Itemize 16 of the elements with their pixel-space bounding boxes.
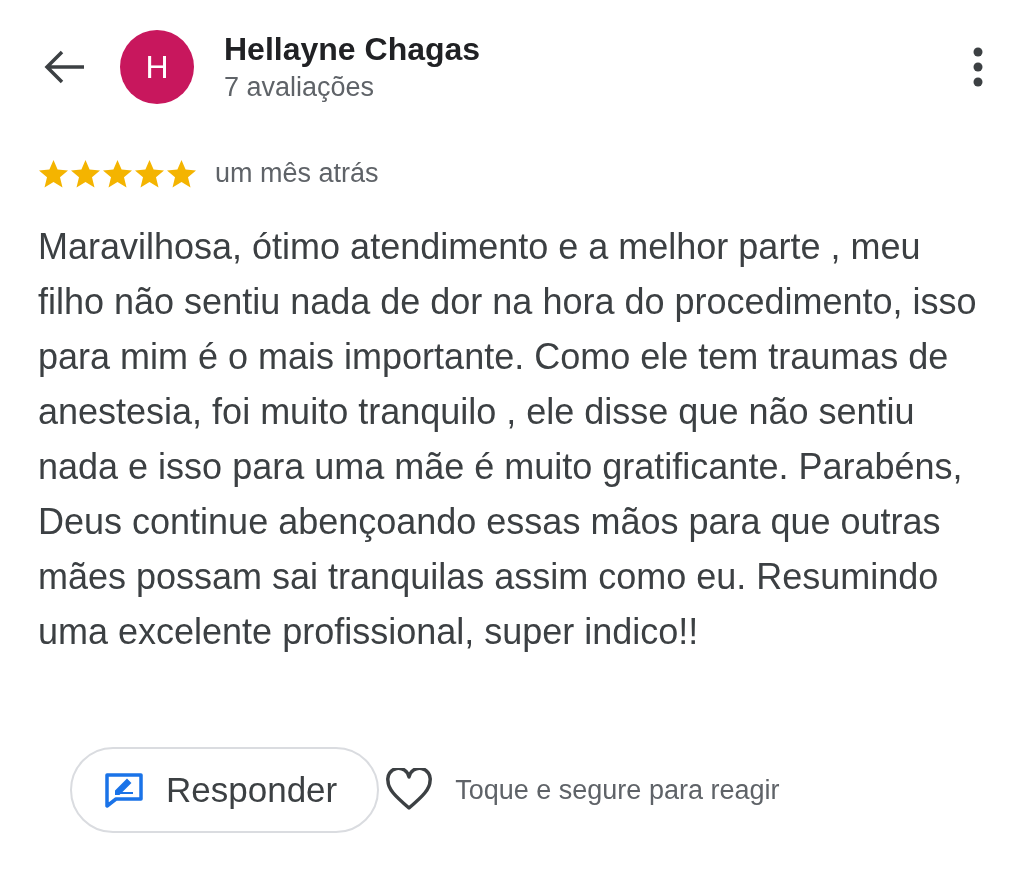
star-icon [166, 158, 197, 189]
review-count: 7 avaliações [224, 72, 376, 103]
more-options-icon[interactable] [972, 47, 984, 87]
star-icon [134, 158, 165, 189]
star-icon [38, 158, 69, 189]
react-hint: Toque e segure para reagir [455, 774, 780, 806]
star-icon [70, 158, 101, 189]
review-date: um mês atrás [215, 158, 379, 189]
reviewer-name: Hellayne Chagas [224, 31, 482, 68]
edit-message-icon [104, 772, 144, 808]
heart-icon[interactable] [385, 768, 434, 812]
star-icon [102, 158, 133, 189]
review-text: Maravilhosa, ótimo atendimento e a melhor parte , meu filho não sentiu nada de dor na hora do procedimento, isso para mim é o mais importante. Como ele tem traumas de anestesia, foi muito tranquilo , ele disse que não sentiu nada e isso para uma mãe é muito gratificante. Parabéns, Deus continue abençoando essas mãos para que outras mães possam sai tranquilas assim como eu. Resumindo uma excelente profissional, super indico!! [38, 225, 978, 654]
reply-button[interactable]: Responder [70, 747, 380, 833]
back-arrow-icon[interactable] [44, 49, 86, 85]
avatar-letter: H [145, 48, 169, 86]
